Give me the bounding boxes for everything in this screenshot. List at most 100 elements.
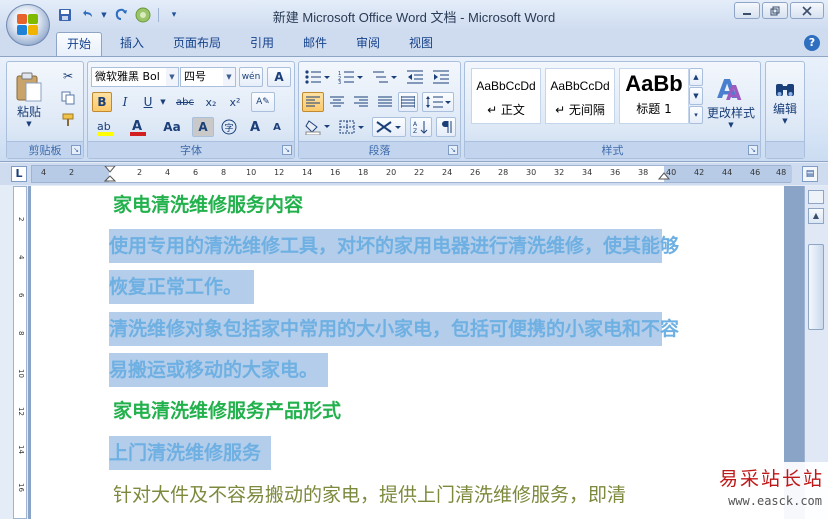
help-icon[interactable]: ?	[804, 35, 820, 51]
grow-font-button[interactable]: A	[245, 117, 265, 137]
character-shading-icon[interactable]: A	[192, 117, 214, 137]
highlight-color-button[interactable]: ab	[92, 117, 122, 137]
character-border-icon[interactable]: A	[267, 67, 291, 87]
dropdown-arrow-icon[interactable]: ▼	[223, 68, 235, 86]
shrink-font-button[interactable]: A	[267, 117, 287, 137]
window-title: 新建 Microsoft Office Word 文档 - Microsoft …	[272, 10, 556, 25]
decrease-indent-icon[interactable]	[403, 67, 427, 87]
bold-button[interactable]: B	[92, 92, 112, 112]
font-color-button[interactable]: A	[126, 117, 152, 137]
copy-icon[interactable]	[57, 88, 79, 108]
view-ruler-icon[interactable]: ▤	[802, 166, 818, 182]
doc-line[interactable]: 恢复正常工作。	[109, 270, 254, 304]
increase-indent-icon[interactable]	[429, 67, 453, 87]
watermark: 易采站长站 www.easck.com	[706, 462, 828, 519]
font-color-icon: A	[130, 119, 146, 136]
align-right-icon[interactable]	[350, 92, 372, 112]
shading-icon[interactable]	[302, 117, 334, 137]
ruler-tick: 6	[193, 168, 199, 177]
tab-view[interactable]: 视图	[399, 32, 443, 56]
document-page[interactable]: 家电清洗维修服务内容 使用专用的清洗维修工具，对坏的家用电器进行清洗维修，使其能…	[31, 186, 784, 519]
office-button[interactable]	[6, 4, 50, 46]
ruler-tick: 16	[330, 168, 341, 177]
show-marks-icon[interactable]	[436, 117, 456, 137]
more-styles-icon[interactable]: ▾	[689, 106, 703, 124]
ruler-tick: 2	[69, 168, 75, 177]
dropdown-arrow-icon[interactable]: ▼	[158, 92, 168, 112]
subscript-button[interactable]: x₂	[200, 92, 222, 112]
italic-button[interactable]: I	[115, 92, 135, 112]
tab-home[interactable]: 开始	[56, 32, 103, 56]
tab-selector[interactable]: L	[11, 166, 27, 182]
close-icon[interactable]	[790, 2, 824, 19]
underline-button[interactable]: U	[138, 92, 158, 112]
paste-button[interactable]: 粘贴 ▼	[11, 64, 47, 134]
dropdown-arrow-icon[interactable]: ▼	[166, 68, 178, 86]
ruler-tick: 4	[41, 168, 47, 177]
chinese-layout-icon[interactable]	[372, 117, 406, 137]
numbering-icon[interactable]: 123	[335, 67, 367, 87]
dialog-launcher-icon[interactable]: ↘	[748, 145, 758, 155]
justify-icon[interactable]	[374, 92, 396, 112]
clipboard-group: 粘贴 ▼ ✂ 剪贴板 ↘	[6, 61, 84, 159]
dialog-launcher-icon[interactable]: ↘	[448, 145, 458, 155]
doc-line[interactable]: 家电清洗维修服务内容	[113, 188, 303, 222]
align-left-icon[interactable]	[302, 92, 324, 112]
ruler-tick: 2	[17, 217, 25, 222]
align-center-icon[interactable]	[326, 92, 348, 112]
tab-review[interactable]: 审阅	[346, 32, 390, 56]
binoculars-icon	[776, 83, 794, 96]
tab-page-layout[interactable]: 页面布局	[163, 32, 231, 56]
scroll-down-icon[interactable]: ▼	[689, 87, 703, 105]
doc-line[interactable]: 家电清洗维修服务产品形式	[113, 394, 341, 428]
line-spacing-icon[interactable]	[422, 92, 454, 112]
ruler-tick: 16	[17, 483, 25, 492]
scissors-icon[interactable]: ✂	[57, 66, 79, 86]
change-styles-button[interactable]: A A 更改样式 ▼	[705, 64, 757, 138]
phonetic-guide-icon[interactable]: wén	[239, 67, 263, 87]
bullets-icon[interactable]	[302, 67, 334, 87]
editing-button[interactable]: 编辑 ▼	[768, 64, 802, 138]
vertical-ruler[interactable]: 2 4 6 8 10 12 14 16	[13, 186, 27, 519]
tab-insert[interactable]: 插入	[110, 32, 154, 56]
paste-label: 粘贴	[16, 104, 41, 119]
style-no-spacing[interactable]: AaBbCcDd ↵ 无间隔	[545, 68, 615, 124]
tab-mailings[interactable]: 邮件	[293, 32, 337, 56]
doc-line[interactable]: 使用专用的清洗维修工具，对坏的家用电器进行清洗维修，使其能够	[109, 229, 679, 263]
tab-references[interactable]: 引用	[240, 32, 284, 56]
doc-line[interactable]: 上门清洗维修服务	[109, 436, 271, 470]
style-normal[interactable]: AaBbCcDd ↵ 正文	[471, 68, 541, 124]
paragraph-group: 123 A Z 段落 ↘	[298, 61, 461, 159]
format-painter-icon[interactable]	[57, 110, 79, 130]
horizontal-ruler[interactable]: 4 2 2 4 6 8 10 12 14 16 18 20 22 24 26 2…	[31, 165, 792, 184]
doc-line[interactable]: 清洗维修对象包括家中常用的大小家电，包括可便携的小家电和不容	[109, 312, 679, 346]
restore-icon[interactable]	[762, 2, 788, 19]
font-size-value: 四号	[184, 70, 206, 83]
ruler-tick: 18	[358, 168, 369, 177]
style-heading-1[interactable]: AaBb 标题 1	[619, 68, 689, 124]
enclose-characters-icon[interactable]: 字	[218, 117, 240, 137]
sort-icon[interactable]: AZ	[410, 117, 432, 137]
dialog-launcher-icon[interactable]: ↘	[282, 145, 292, 155]
dialog-launcher-icon[interactable]: ↘	[71, 145, 81, 155]
superscript-button[interactable]: x²	[224, 92, 246, 112]
font-name-field[interactable]: 微软雅黑 Bol ▼	[91, 67, 179, 87]
strikethrough-button[interactable]: abc	[172, 92, 198, 112]
minimize-icon[interactable]	[734, 2, 760, 19]
scroll-up-arrow-icon[interactable]: ▲	[808, 208, 824, 224]
distributed-icon[interactable]	[398, 92, 418, 112]
ruler-tick: 14	[17, 445, 25, 454]
right-indent-marker-icon[interactable]	[658, 172, 670, 184]
multilevel-list-icon[interactable]	[369, 67, 401, 87]
doc-line[interactable]: 针对大件及不容易搬动的家电，提供上门清洗维修服务，即清	[113, 478, 626, 512]
change-case-button[interactable]: Aa	[158, 117, 186, 137]
scroll-thumb[interactable]	[808, 244, 824, 330]
doc-line[interactable]: 易搬运或移动的大家电。	[109, 353, 328, 387]
font-size-field[interactable]: 四号 ▼	[180, 67, 236, 87]
scroll-up-icon[interactable]: ▲	[689, 68, 703, 86]
svg-text:A: A	[726, 81, 742, 104]
split-handle[interactable]	[808, 190, 824, 204]
borders-icon[interactable]	[336, 117, 368, 137]
clear-formatting-icon[interactable]: A✎	[251, 92, 275, 112]
indent-marker-icon[interactable]	[104, 166, 116, 184]
